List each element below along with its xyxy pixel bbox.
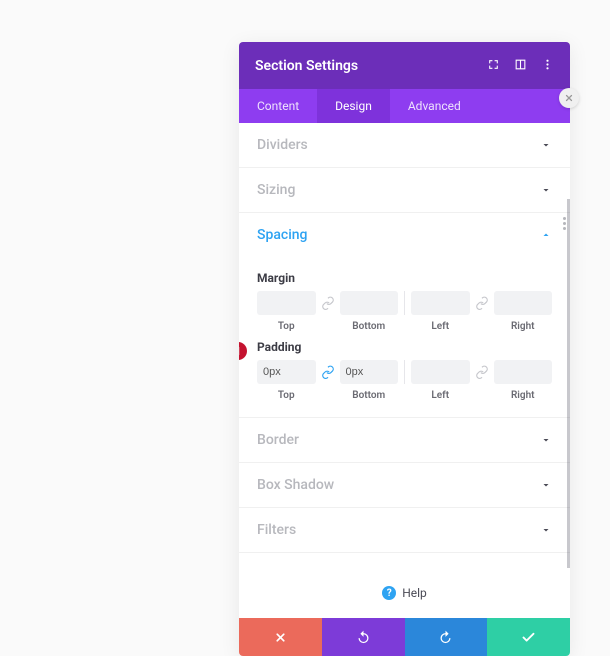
section-boxshadow[interactable]: Box Shadow <box>239 463 570 508</box>
link-lr-padding-icon[interactable] <box>470 360 494 384</box>
margin-inputs: Top Bottom Left <box>257 291 552 332</box>
panel-title: Section Settings <box>255 58 358 74</box>
tab-bar: Content Design Advanced <box>239 89 570 123</box>
section-boxshadow-label: Box Shadow <box>257 477 334 493</box>
callout-badge-1: 1 <box>239 342 247 360</box>
margin-bottom-input[interactable] <box>340 291 399 315</box>
section-sizing-label: Sizing <box>257 182 295 198</box>
section-options-icon[interactable] <box>563 217 566 230</box>
padding-bottom-input[interactable] <box>340 360 399 384</box>
margin-right-label: Right <box>511 321 535 332</box>
margin-left-input[interactable] <box>411 291 470 315</box>
tab-content[interactable]: Content <box>239 89 317 123</box>
link-lr-margin-icon[interactable] <box>470 291 494 315</box>
padding-bottom-label: Bottom <box>352 390 385 401</box>
padding-left-input[interactable] <box>411 360 470 384</box>
divider <box>404 360 405 384</box>
chevron-up-icon <box>540 229 552 241</box>
section-transform-label: Transform <box>257 567 322 568</box>
chevron-down-icon <box>540 139 552 151</box>
section-spacing-label: Spacing <box>257 227 308 243</box>
undo-button[interactable] <box>322 618 405 656</box>
spacing-controls: 1 Margin Top Bottom Left <box>239 257 570 418</box>
padding-left-label: Left <box>431 390 449 401</box>
panel-footer <box>239 618 570 656</box>
section-dividers[interactable]: Dividers <box>239 123 570 168</box>
link-tb-padding-icon[interactable] <box>316 360 340 384</box>
help-link[interactable]: ? Help <box>239 568 570 618</box>
section-filters[interactable]: Filters <box>239 508 570 553</box>
margin-top-label: Top <box>278 321 295 332</box>
chevron-down-icon <box>540 184 552 196</box>
header-actions <box>487 56 554 75</box>
chevron-down-icon <box>540 479 552 491</box>
section-sizing[interactable]: Sizing <box>239 168 570 213</box>
panel-header: Section Settings <box>239 42 570 89</box>
link-tb-margin-icon[interactable] <box>316 291 340 315</box>
section-spacing-wrap: Spacing <box>239 213 570 257</box>
close-icon[interactable] <box>559 88 579 108</box>
padding-right-input[interactable] <box>494 360 553 384</box>
padding-top-input[interactable] <box>257 360 316 384</box>
divider <box>404 291 405 315</box>
section-border[interactable]: Border <box>239 418 570 463</box>
help-icon: ? <box>382 586 396 600</box>
chevron-down-icon <box>540 434 552 446</box>
margin-right-input[interactable] <box>494 291 553 315</box>
padding-inputs: Top Bottom Left <box>257 360 552 401</box>
save-button[interactable] <box>487 618 570 656</box>
panel-body: Dividers Sizing Spacing 1 Margin <box>239 123 570 568</box>
margin-bottom-label: Bottom <box>352 321 385 332</box>
scrollbar[interactable] <box>567 199 570 568</box>
expand-icon[interactable] <box>487 56 500 75</box>
padding-right-label: Right <box>511 390 535 401</box>
redo-button[interactable] <box>405 618 488 656</box>
cancel-button[interactable] <box>239 618 322 656</box>
margin-heading: Margin <box>257 271 552 285</box>
help-label: Help <box>402 586 427 600</box>
tab-advanced[interactable]: Advanced <box>390 89 479 123</box>
panel-layout-icon[interactable] <box>514 56 527 75</box>
margin-top-input[interactable] <box>257 291 316 315</box>
tab-design[interactable]: Design <box>317 89 390 123</box>
section-dividers-label: Dividers <box>257 137 308 153</box>
more-vertical-icon[interactable] <box>541 56 554 75</box>
chevron-down-icon <box>540 524 552 536</box>
section-transform[interactable]: Transform <box>239 553 570 568</box>
section-filters-label: Filters <box>257 522 296 538</box>
section-border-label: Border <box>257 432 299 448</box>
padding-heading: Padding <box>257 340 552 354</box>
settings-panel: Section Settings Content Design Advanced… <box>239 42 570 656</box>
margin-left-label: Left <box>431 321 449 332</box>
section-spacing[interactable]: Spacing <box>239 213 570 257</box>
padding-top-label: Top <box>278 390 295 401</box>
